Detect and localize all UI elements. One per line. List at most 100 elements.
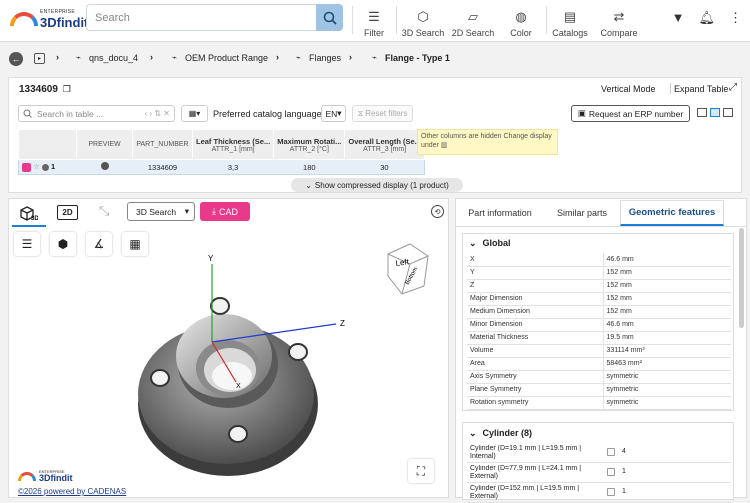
cylinder-checkbox[interactable] [607,488,615,496]
cylinder-checkbox[interactable] [607,468,615,476]
scrollbar[interactable] [739,228,744,328]
home-icon[interactable]: ▸ [34,53,45,64]
calendar-dropdown[interactable]: ▦▾ [181,105,208,122]
list-item: Cylinder (D=152 mm | L=19.5 mm | Externa… [467,483,731,503]
cube-3d-icon: 3D [20,206,38,221]
breadcrumb-item[interactable]: OEM Product Range [185,53,268,63]
table-row[interactable]: ☆ 1 1334609 3,3 180 30 [18,159,425,175]
fullscreen-icon: ⛶ [416,463,426,478]
global-value: symmetric [602,396,731,410]
erp-request-button[interactable]: ▣ Request an ERP number [571,105,690,122]
divider [670,83,671,94]
table-row: X 46.6 mm [467,253,731,267]
back-arrow-icon[interactable]: ← [9,52,23,66]
structure-list-button[interactable]: ☰ [14,232,40,256]
cylinder-rows: Cylinder (D=19.1 mm | L=19.5 mm | Intern… [467,443,731,503]
mode-2d-button[interactable]: 2D [57,205,78,220]
compare-button[interactable]: ⇄ Compare [600,2,638,38]
catalogs-button[interactable]: ▤ Catalogs [552,2,588,38]
list-view-icon[interactable] [697,108,707,117]
language-label: Preferred catalog language [213,109,322,119]
measure-icon[interactable]: ⤡ [99,203,109,219]
angle-icon: ∡ [93,237,105,251]
compare-arrows-icon: ⇄ [613,9,625,24]
search-3d-dropdown[interactable]: 3D Search ▾ [127,202,195,221]
tab-strip-divider [456,226,746,227]
powered-by-link[interactable]: ©2026 powered by CADENAS [18,487,126,496]
table-header-cell[interactable]: Maximum Rotati... ATTR_2 [°C] [273,129,346,160]
chevron-right-icon: › [56,52,59,62]
search-2d-button[interactable]: ▱ 2D Search [450,2,496,38]
sketch-icon: ▱ [468,9,478,24]
breadcrumb-item[interactable]: qns_docu_4 [89,53,138,63]
global-key: Y [467,266,603,280]
language-select[interactable]: EN ▾ [321,105,346,122]
status-dot-icon [41,163,49,171]
tab-3d-view[interactable]: 3D [12,201,46,227]
filter-button[interactable]: ☰ Filter [360,2,388,38]
cad-badge-icon[interactable] [22,162,31,172]
link-icon: ⌁ [172,53,177,62]
table-row: Major Dimension 152 mm [467,292,731,306]
more-vertical-icon[interactable]: ⋮ [729,10,742,26]
tab-label: Part information [468,208,532,218]
compressed-display-toggle[interactable]: ⌄ Show compressed display (1 product) [291,178,463,192]
table-search-field[interactable]: Search in table ... ‹ › ⇅ ✕ [18,105,175,122]
global-key: Minor Dimension [467,318,603,332]
erp-icon: ▣ [577,108,586,118]
axis-y-label: Y [208,254,214,263]
top-bar: ENTERPRISE 3Dfindit Search ☰ Filter ⬡ 3D S… [0,0,750,42]
vertical-mode-button[interactable]: Vertical Mode [601,84,656,94]
tab-geometric-features[interactable]: Geometric features [620,200,724,226]
table-header-cell[interactable]: PREVIEW [76,129,133,160]
cylinder-checkbox[interactable] [607,448,615,456]
table-header-cell[interactable]: Overall Length (Se... ATTR_3 [mm] [344,129,425,160]
reset-filters-button[interactable]: ⧖ Reset filters [352,105,413,122]
chevron-down-icon: ⌄ [469,427,477,438]
table-header-cell[interactable]: PART_NUMBER [132,129,193,160]
color-button[interactable]: ◍ Color [506,2,536,38]
copy-icon[interactable]: ❐ [63,84,71,94]
table-view-icon[interactable] [710,108,720,117]
cell-attr-2: 180 [273,159,345,175]
grid-view-icon[interactable] [723,108,733,117]
search-3d-button[interactable]: ⬡ 3D Search [400,2,446,38]
cylinder-label: Cylinder (D=77.9 mm | L=24.1 mm | Extern… [470,465,582,480]
tab-part-information[interactable]: Part information [458,200,542,226]
expand-table-button[interactable]: Expand Table [674,84,728,94]
header-sub: ATTR_3 [mm] [363,145,407,153]
bell-icon[interactable]: 🔔︎ [698,10,715,26]
row-index: 1 [51,162,56,172]
cylinder-section-header[interactable]: ⌄ Cylinder (8) [463,423,733,443]
global-section-header[interactable]: ⌄ Global [463,234,733,252]
search-button[interactable] [316,4,343,31]
chevron-right-icon: › [276,52,279,62]
cad-download-button[interactable]: ⤓ CAD [200,202,250,221]
star-icon[interactable]: ☆ [33,162,40,171]
search-input[interactable]: Search [86,4,316,31]
funnel-icon[interactable]: ▼ [672,10,685,26]
global-title: Global [482,238,511,248]
fullscreen-button[interactable]: ⛶ [408,459,434,483]
palette-icon: ◍ [515,9,527,24]
breadcrumb-item[interactable]: Flanges [309,53,341,63]
brand-logo[interactable]: ENTERPRISE 3Dfindit [8,6,88,36]
row-controls: ☆ 1 [18,159,77,175]
expand-icon[interactable]: ⤢ [729,82,737,93]
rotate-view-icon[interactable]: ⟲ [431,205,444,218]
render-mode-button[interactable]: ⬢ [50,232,76,256]
nav-arrows-icon[interactable]: ‹ › ⇅ ✕ [145,109,170,118]
divider [352,6,353,34]
global-value: 152 mm [602,279,731,293]
header-sub: ATTR_2 [°C] [289,145,329,153]
cell-part-number: 1334609 [132,159,193,175]
flange-3d-model[interactable]: Y Z X [100,252,400,482]
logo-arc-icon [10,12,38,26]
table-header-select [18,129,77,160]
search-2d-label: 2D Search [451,28,495,38]
breadcrumb: ← ▸ › ⌁ qns_docu_4 › ⌁ OEM Product Range… [0,44,750,74]
hidden-columns-note[interactable]: Other columns are hidden Change display … [417,129,558,155]
brand-name: 3Dfindit [40,15,89,30]
table-header-cell[interactable]: Leaf Thickness (Se... ATTR_1 [mm] [191,129,275,160]
tab-similar-parts[interactable]: Similar parts [544,200,620,226]
